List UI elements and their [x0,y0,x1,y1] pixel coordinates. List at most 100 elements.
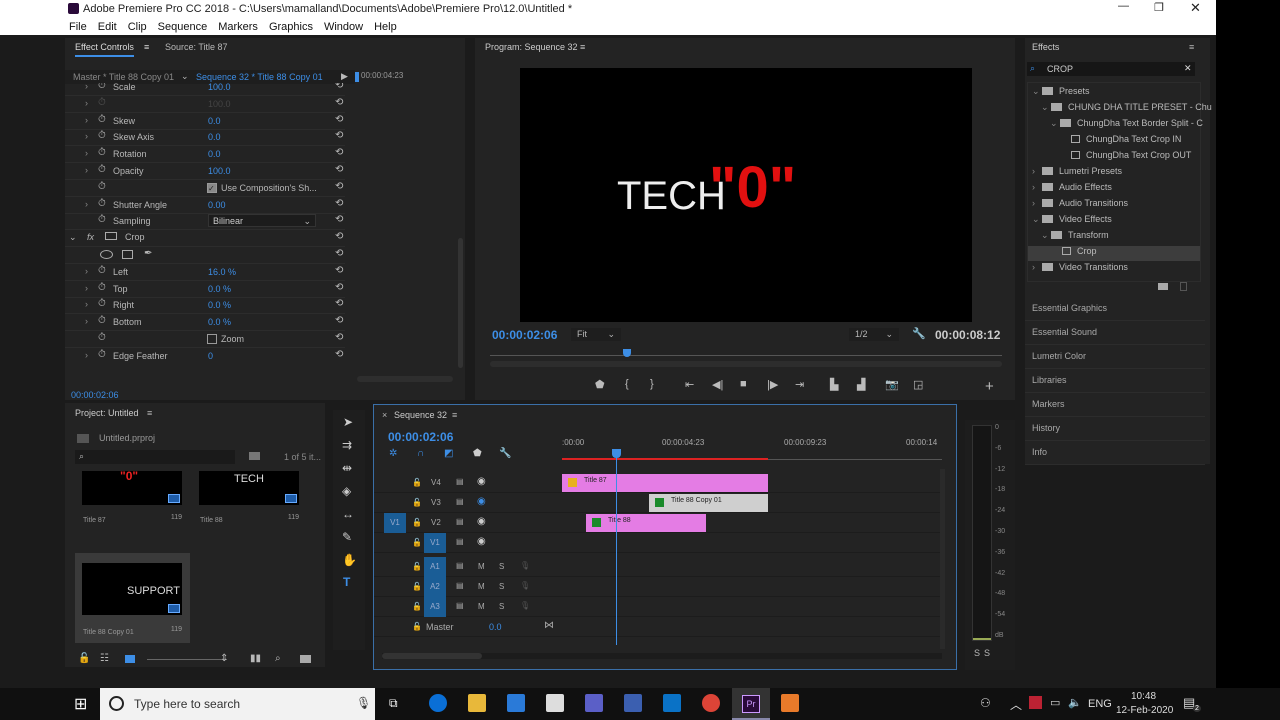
chevron-right-icon[interactable]: › [85,283,88,293]
reset-icon[interactable]: ⟲ [335,147,343,158]
store-icon[interactable] [507,694,525,712]
lock-icon[interactable]: 🔓 [412,498,422,507]
track-target-v2[interactable]: V2 [431,518,441,527]
clip-title-87[interactable]: Title 87 [562,474,768,492]
track-target-v1[interactable]: V1 [424,533,446,553]
reset-icon[interactable]: ⟲ [335,298,343,309]
close-button[interactable]: ✕ [1190,0,1201,16]
microphone-icon[interactable]: 🎙 [356,696,371,710]
reset-icon[interactable]: ⟲ [335,315,343,326]
type-tool-icon[interactable]: T [343,575,350,589]
fx-badge-icon[interactable]: fx [87,232,94,242]
property-value[interactable]: 0.0 [208,116,221,126]
tab-source[interactable]: Source: Title 87 [165,42,228,52]
property-value[interactable]: 100.0 [208,166,231,176]
new-bin-icon[interactable] [1158,283,1168,290]
chevron-right-icon[interactable]: › [85,199,88,209]
effects-tree-item[interactable]: ChungDha Text Crop OUT [1028,150,1200,165]
solo-button[interactable]: S [499,602,504,611]
taskbar-search-input[interactable]: Type here to search 🎙 [100,688,375,720]
sampling-dropdown[interactable]: Bilinear ⌄ [208,214,316,228]
sync-lock-icon[interactable]: ▤ [456,497,464,506]
chevron-down-icon[interactable]: ⌄ [181,71,189,82]
chevron-right-icon[interactable]: › [85,83,88,91]
effects-tree-item[interactable]: ⌄ Presets [1028,86,1200,101]
stopwatch-icon[interactable]: ⏱ [98,83,106,91]
reset-icon[interactable]: ⟲ [335,248,343,259]
people-icon[interactable]: ⚇ [980,696,991,710]
master-volume[interactable]: 0.0 [489,622,502,632]
chevron-down-icon[interactable]: ⌄ [1041,102,1051,113]
language-indicator[interactable]: ENG [1088,698,1112,710]
chevron-right-icon[interactable]: › [85,115,88,125]
stopwatch-icon[interactable]: ⏱ [98,282,106,293]
solo-button[interactable]: S [499,562,504,571]
clear-search-icon[interactable]: ✕ [1184,63,1192,74]
chevron-right-icon[interactable]: › [1032,166,1042,176]
go-to-in-icon[interactable]: ⇤ [685,378,694,391]
add-marker-icon[interactable]: ⬟ [473,448,482,459]
mail-icon[interactable] [546,694,564,712]
menu-sequence[interactable]: Sequence [158,21,208,33]
play-icon[interactable]: ▶ [341,71,348,82]
menu-graphics[interactable]: Graphics [269,21,313,33]
track-target-v3[interactable]: V3 [431,498,441,507]
stopwatch-icon[interactable]: ⏱ [98,114,106,125]
sync-lock-icon[interactable]: ▤ [456,517,464,526]
thumbnail[interactable]: "0" [82,469,182,505]
effects-tree-item[interactable]: ChungDha Text Crop IN [1028,134,1200,149]
sync-lock-icon[interactable]: ▤ [456,581,464,590]
effects-tree-item[interactable]: ⌄ Transform [1028,230,1200,245]
task-view-icon[interactable]: ⧉ [389,696,398,711]
tray-app-icon[interactable] [1029,696,1042,709]
stopwatch-icon[interactable]: ⏱ [98,315,106,326]
reset-icon[interactable]: ⟲ [335,231,343,242]
project-search-input[interactable]: ⌕ [75,450,235,464]
stop-icon[interactable]: ■ [740,378,747,390]
icon-view-icon[interactable] [125,655,135,663]
new-bin-icon[interactable] [300,655,311,663]
fx-badge-icon[interactable] [655,498,664,507]
volume-icon[interactable]: 🔈 [1068,696,1082,709]
chevron-right-icon[interactable]: › [1032,198,1042,208]
chrome-icon[interactable] [702,694,720,712]
checkbox[interactable]: ✓ [207,182,217,193]
microphone-icon[interactable]: 🎙 [520,581,530,590]
work-area-bar[interactable] [562,458,768,460]
razor-tool-icon[interactable]: ◈ [342,484,351,498]
menu-help[interactable]: Help [374,21,397,33]
mark-out-icon[interactable]: } [650,378,654,390]
zoom-dropdown[interactable]: Fit ⌄ [571,328,621,341]
panel-essential-sound[interactable]: Essential Sound [1025,321,1205,345]
clock-date[interactable]: 12-Feb-2020 [1116,705,1173,716]
linked-selection-icon[interactable]: ◩ [444,448,453,459]
chevron-right-icon[interactable]: › [85,350,88,360]
stopwatch-icon[interactable]: ⏱ [98,147,106,158]
lock-icon[interactable]: 🔓 [412,478,422,487]
property-value[interactable]: 0.0 % [208,300,231,310]
property-value[interactable]: 0.0 [208,149,221,159]
eye-icon[interactable]: ◉ [477,536,486,547]
edge-icon[interactable] [429,694,447,712]
effects-tree-item[interactable]: › Lumetri Presets [1028,166,1200,181]
chevron-up-icon[interactable]: ︿ [1010,696,1022,713]
network-icon[interactable]: ▭ [1050,696,1060,709]
video-preview[interactable]: TECH "0" [520,68,972,322]
panel-menu-icon[interactable]: ≡ [1189,42,1194,52]
minimize-button[interactable]: — [1118,0,1129,12]
reset-icon[interactable]: ⟲ [335,198,343,209]
mini-playhead[interactable] [355,72,359,82]
wrench-icon[interactable]: 🔧 [912,327,926,340]
extract-icon[interactable]: ▟ [857,378,865,391]
teams-icon[interactable] [585,694,603,712]
reset-icon[interactable]: ⟲ [335,97,343,108]
chevron-down-icon[interactable]: ⌄ [69,232,77,243]
stopwatch-icon[interactable]: ⏱ [98,265,106,276]
property-value[interactable]: 0 [208,351,213,361]
thumbnail-size-slider[interactable] [147,659,227,660]
sequence-tab[interactable]: Sequence 32 [394,410,447,420]
panel-markers[interactable]: Markers [1025,393,1205,417]
lock-icon[interactable]: 🔓 [412,622,422,631]
ripple-edit-tool-icon[interactable]: ⇹ [342,461,352,475]
property-value[interactable]: 0.0 % [208,317,231,327]
